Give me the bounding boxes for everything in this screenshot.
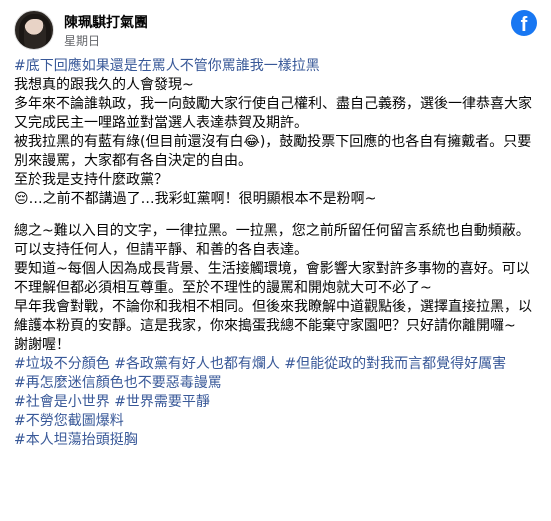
post-text-line: 謝謝喔！	[14, 337, 70, 353]
hashtag-link[interactable]: #世界需要平靜	[114, 394, 210, 410]
post-text-line: 多年來不論誰執政，我一向鼓勵大家行使自己權利、盡自己義務，選後一律恭喜大家又完成…	[14, 96, 532, 131]
post-text-line: 😔…之前不都講過了…我彩虹黨啊！很明顯根本不是粉啊~	[14, 191, 377, 207]
post-text-line: 早年我會對戰，不論你和我相不相同。但後來我瞭解中道觀點後，選擇直接拉黑，以維護本…	[14, 299, 532, 334]
hashtag-link[interactable]: #各政黨有好人也都有爛人	[114, 356, 280, 372]
hashtag-link[interactable]: #本人坦蕩抬頭挺胸	[14, 432, 138, 448]
hashtag-link[interactable]: #但能從政的對我而言都覺得好厲害	[284, 356, 506, 372]
hashtag-link[interactable]: #不勞您截圖爆料	[14, 413, 124, 429]
post-text-line: 要知道~每個人因為成長背景、生活接觸環境，會影響大家對許多事物的喜好。可以不理解…	[14, 261, 530, 296]
hashtag-row: #本人坦蕩抬頭挺胸	[14, 431, 539, 450]
post-text-line: 被我拉黑的有藍有綠(但目前還沒有白😂)，鼓勵投票下回應的也各自有擁戴者。只要別來…	[14, 134, 532, 169]
hashtag-row: #不勞您截圖爆料	[14, 412, 539, 431]
hashtag-row: #社會是小世界 #世界需要平靜	[14, 393, 539, 412]
post-paragraph-2: 總之~難以入目的文字，一律拉黑。一拉黑，您之前所留任何留言系統也自動頻蔽。 可以支…	[14, 222, 539, 355]
author-avatar[interactable]	[14, 10, 54, 50]
post-header: 陳珮騏打氣團 星期日 f	[14, 10, 537, 50]
facebook-icon: f	[511, 10, 537, 36]
hashtag-link[interactable]: #社會是小世界	[14, 394, 110, 410]
post-text-line: 總之~難以入目的文字，一律拉黑。一拉黑，您之前所留任何留言系統也自動頻蔽。	[14, 223, 530, 239]
hashtag-row: #垃圾不分顏色 #各政黨有好人也都有爛人 #但能從政的對我而言都覺得好厲害	[14, 355, 539, 374]
hashtag-link[interactable]: #再怎麼迷信顏色也不要惡毒謾罵	[14, 375, 222, 391]
post-text-line: 我想真的跟我久的人會發現~	[14, 77, 194, 93]
author-name[interactable]: 陳珮騏打氣團	[64, 12, 148, 32]
hashtag-row: #再怎麼迷信顏色也不要惡毒謾罵	[14, 374, 539, 393]
hashtag-line[interactable]: #底下回應如果還是在罵人不管你罵誰我一樣拉黑	[14, 57, 539, 76]
post-text-line: 至於我是支持什麼政黨？	[14, 172, 168, 188]
hashtag-block: #垃圾不分顏色 #各政黨有好人也都有爛人 #但能從政的對我而言都覺得好厲害 #再怎…	[14, 355, 539, 450]
post-timestamp[interactable]: 星期日	[64, 32, 100, 49]
hashtag-link[interactable]: #垃圾不分顏色	[14, 356, 110, 372]
facebook-post: 陳珮騏打氣團 星期日 f #底下回應如果還是在罵人不管你罵誰我一樣拉黑 我想真的跟…	[0, 0, 551, 521]
post-text-line: 可以支持任何人，但請平靜、和善的各自表達。	[14, 242, 308, 258]
post-body: #底下回應如果還是在罵人不管你罵誰我一樣拉黑 我想真的跟我久的人會發現~ 多年來不論…	[14, 57, 539, 450]
post-paragraph-1: #底下回應如果還是在罵人不管你罵誰我一樣拉黑 我想真的跟我久的人會發現~ 多年來不論…	[14, 57, 539, 209]
